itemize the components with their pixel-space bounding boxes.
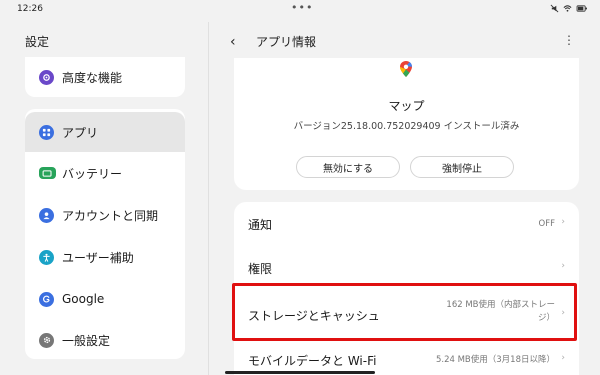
more-options-button[interactable]: ⋮ — [563, 33, 576, 47]
home-indicator[interactable] — [225, 371, 375, 374]
sidebar-item-google[interactable]: Google — [25, 279, 185, 319]
app-version: バージョン25.18.00.752029409 インストール済み — [293, 121, 520, 132]
notifications-value: OFF — [538, 219, 555, 229]
notifications-row[interactable]: 通知 OFF › — [234, 202, 579, 244]
battery-icon — [39, 167, 56, 179]
force-stop-button[interactable]: 強制停止 — [410, 156, 514, 178]
app-info-card: マップ バージョン25.18.00.752029409 インストール済み 無効に… — [234, 58, 579, 190]
advanced-features-icon — [39, 69, 54, 85]
sidebar-item-label: 一般設定 — [62, 333, 111, 348]
sidebar-card-top: 高度な機能 — [25, 57, 185, 97]
back-button[interactable]: ‹ — [230, 34, 236, 50]
sidebar-card-main: アプリ バッテリー アカウントと同期 ユーザー補助 Google 一般設定 — [25, 109, 185, 359]
app-name: マップ — [388, 99, 425, 113]
sidebar-item-label: アカウントと同期 — [62, 208, 159, 223]
sidebar-item-label: ユーザー補助 — [62, 250, 134, 265]
status-icons — [550, 4, 588, 13]
maps-app-icon — [400, 61, 412, 77]
mobile-data-wifi-label: モバイルデータと Wi-Fi — [248, 354, 377, 368]
chevron-right-icon: › — [561, 217, 565, 227]
mute-icon — [550, 4, 559, 13]
pane-divider — [208, 22, 209, 375]
page-title: アプリ情報 — [256, 35, 317, 49]
settings-title: 設定 — [25, 35, 50, 49]
mobile-data-wifi-value: 5.24 MB使用（3月18日以降） — [435, 355, 555, 365]
battery-status-icon — [576, 5, 587, 12]
status-time: 12:26 — [17, 4, 43, 14]
account-icon — [39, 207, 54, 223]
google-icon — [39, 291, 54, 307]
accessibility-icon — [39, 249, 54, 265]
gear-icon — [39, 332, 54, 348]
wifi-icon — [563, 5, 572, 12]
chevron-right-icon: › — [561, 261, 565, 271]
permissions-row[interactable]: 権限 › — [234, 246, 579, 286]
sidebar-item-accessibility[interactable]: ユーザー補助 — [25, 237, 185, 277]
notifications-label: 通知 — [248, 218, 273, 232]
chevron-right-icon: › — [561, 353, 565, 363]
sidebar-item-general-settings[interactable]: 一般設定 — [25, 320, 185, 360]
disable-button[interactable]: 無効にする — [296, 156, 400, 178]
sidebar-item-apps[interactable]: アプリ — [25, 112, 185, 152]
permissions-label: 権限 — [248, 262, 273, 276]
sidebar-item-accounts-sync[interactable]: アカウントと同期 — [25, 195, 185, 235]
window-handle-dots[interactable]: ••• — [291, 1, 313, 14]
sidebar-item-label: 高度な機能 — [62, 70, 123, 85]
apps-grid-icon — [39, 124, 54, 140]
sidebar-item-advanced-features[interactable]: 高度な機能 — [25, 57, 185, 97]
sidebar-item-label: アプリ — [62, 125, 99, 140]
highlight-box — [232, 283, 577, 341]
sidebar-item-label: Google — [62, 292, 105, 306]
status-bar: 12:26 ••• — [0, 0, 600, 20]
sidebar-item-battery[interactable]: バッテリー — [25, 153, 185, 193]
sidebar-item-label: バッテリー — [62, 166, 123, 181]
